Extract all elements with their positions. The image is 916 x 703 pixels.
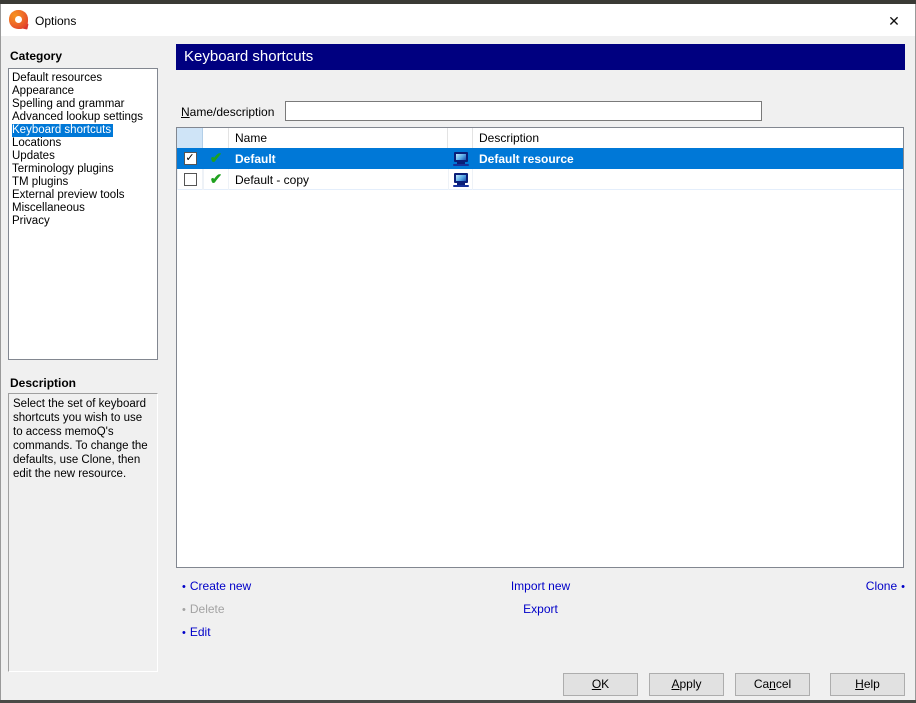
category-item-advanced-lookup[interactable]: Advanced lookup settings	[9, 111, 157, 124]
header-description[interactable]: Description	[473, 128, 903, 148]
local-resource-icon	[453, 152, 469, 166]
import-new-link[interactable]: Import new	[511, 579, 570, 593]
ok-button[interactable]: OK	[563, 673, 638, 696]
export-link[interactable]: Export	[523, 602, 558, 616]
options-dialog: Options ✕ Category Default resources App…	[0, 0, 916, 703]
local-resource-icon	[453, 173, 469, 187]
name-description-input[interactable]	[285, 101, 762, 121]
link-row-2: •Delete Export	[176, 602, 905, 616]
category-item-privacy[interactable]: Privacy	[9, 215, 157, 228]
header-checkbox-column[interactable]	[177, 128, 203, 148]
category-item-appearance[interactable]: Appearance	[9, 85, 157, 98]
window-title: Options	[35, 14, 76, 28]
category-item-default-resources[interactable]: Default resources	[9, 72, 157, 85]
category-item-external-preview-tools[interactable]: External preview tools	[9, 189, 157, 202]
valid-resource-icon: ✔	[210, 172, 223, 187]
category-item-spelling-grammar[interactable]: Spelling and grammar	[9, 98, 157, 111]
row-checkbox[interactable]	[184, 173, 197, 186]
title-bar: Options ✕	[0, 4, 916, 36]
name-description-label: Name/description	[181, 105, 274, 119]
category-item-updates[interactable]: Updates	[9, 150, 157, 163]
link-row-3: •Edit	[176, 625, 905, 639]
description-text: Select the set of keyboard shortcuts you…	[13, 397, 153, 481]
header-flag-column[interactable]	[203, 128, 229, 148]
description-label: Description	[10, 376, 76, 390]
description-panel: Select the set of keyboard shortcuts you…	[8, 393, 158, 672]
memoq-logo-icon	[9, 10, 29, 30]
resource-description[interactable]: Default resource	[473, 148, 903, 169]
clone-link[interactable]: Clone•	[866, 579, 905, 593]
valid-resource-icon: ✔	[210, 151, 223, 166]
header-icon-column[interactable]	[448, 128, 473, 148]
bullet-icon: •	[182, 627, 186, 639]
category-listbox[interactable]: Default resources Appearance Spelling an…	[8, 68, 158, 360]
help-button[interactable]: Help	[830, 673, 905, 696]
category-item-locations[interactable]: Locations	[9, 137, 157, 150]
edit-link[interactable]: •Edit	[182, 625, 211, 639]
close-icon[interactable]: ✕	[884, 11, 904, 31]
category-item-keyboard-shortcuts[interactable]: Keyboard shortcuts	[9, 124, 157, 137]
resource-table[interactable]: Name Description ✓ ✔ Default Default res…	[176, 127, 904, 568]
apply-button[interactable]: Apply	[649, 673, 724, 696]
cancel-button[interactable]: Cancel	[735, 673, 810, 696]
link-row-1: •Create new Import new Clone•	[176, 579, 905, 593]
category-item-terminology-plugins[interactable]: Terminology plugins	[9, 163, 157, 176]
row-checkbox[interactable]: ✓	[184, 152, 197, 165]
resource-description[interactable]	[473, 169, 903, 190]
header-name[interactable]: Name	[229, 128, 448, 148]
category-item-miscellaneous[interactable]: Miscellaneous	[9, 202, 157, 215]
table-header: Name Description	[177, 128, 903, 148]
resource-name[interactable]: Default - copy	[229, 169, 448, 190]
table-row-default[interactable]: ✓ ✔ Default Default resource	[177, 148, 903, 169]
category-item-tm-plugins[interactable]: TM plugins	[9, 176, 157, 189]
category-label: Category	[10, 49, 62, 63]
bullet-icon: •	[901, 581, 905, 593]
resource-name[interactable]: Default	[229, 148, 448, 169]
page-title: Keyboard shortcuts	[176, 44, 905, 70]
table-row-default-copy[interactable]: ✔ Default - copy	[177, 169, 903, 190]
